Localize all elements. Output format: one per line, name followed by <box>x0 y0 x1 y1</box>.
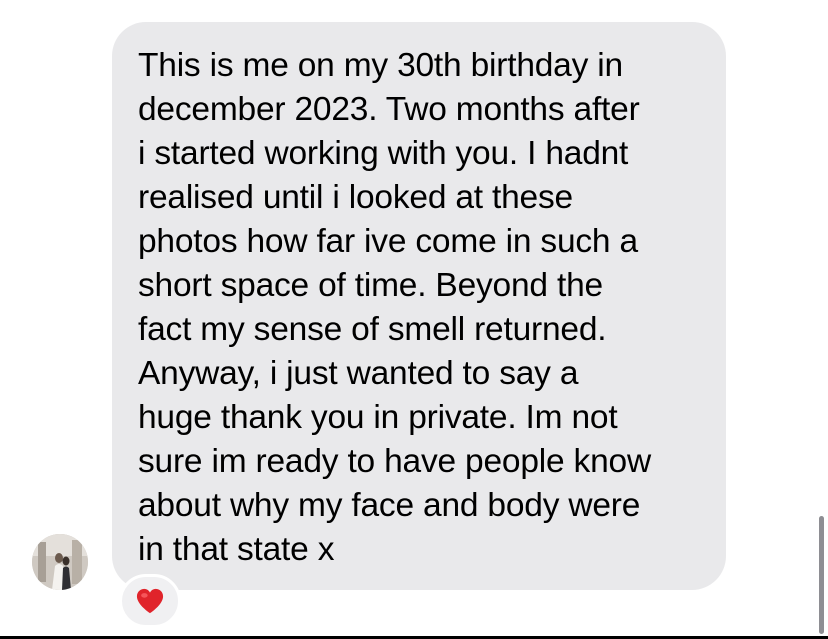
sender-avatar[interactable] <box>32 534 88 590</box>
message-line: about why my face and body were <box>138 487 641 524</box>
message-line: Anyway, i just wanted to say a <box>138 355 579 392</box>
message-line: sure im ready to have people know <box>138 443 651 480</box>
message-line: short space of time. Beyond the <box>138 267 603 304</box>
message-line: in that state x <box>138 531 335 568</box>
message-text: This is me on my 30th birthday in decemb… <box>138 44 706 572</box>
message-line: december 2023. Two months after <box>138 91 640 128</box>
message-bubble[interactable]: This is me on my 30th birthday in decemb… <box>112 22 726 590</box>
scrollbar[interactable] <box>819 516 824 634</box>
profile-photo-icon <box>32 534 88 590</box>
heart-reaction[interactable] <box>119 574 181 628</box>
red-heart-icon <box>136 588 164 614</box>
message-line: i started working with you. I hadnt <box>138 135 629 172</box>
message-line: realised until i looked at these <box>138 179 573 216</box>
chat-area: This is me on my 30th birthday in decemb… <box>0 0 828 636</box>
message-line: huge thank you in private. Im not <box>138 399 618 436</box>
message-line: fact my sense of smell returned. <box>138 311 607 348</box>
message-line: photos how far ive come in such a <box>138 223 638 260</box>
message-line: This is me on my 30th birthday in <box>138 47 623 84</box>
